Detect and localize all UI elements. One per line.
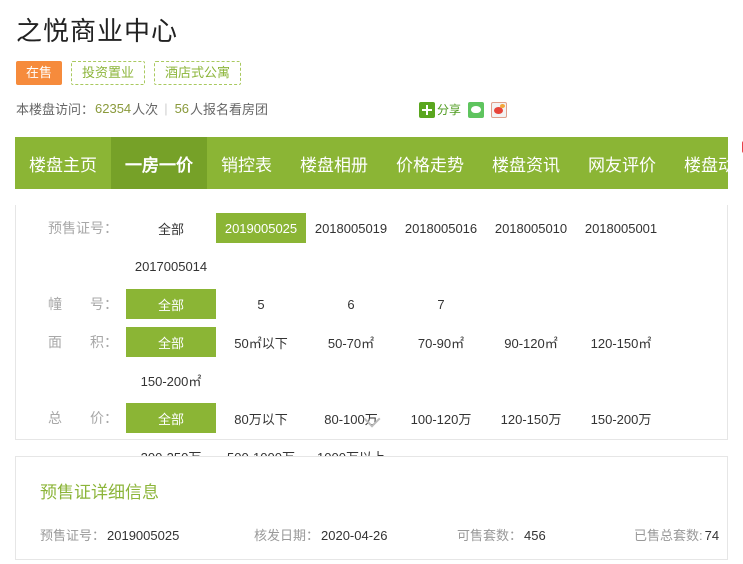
permit-field-issue-date: 核发日期： 2020-04-26: [254, 525, 457, 544]
field-value: 2019005025: [107, 528, 180, 543]
visits-label: 本楼盘访问：: [16, 101, 95, 117]
filter-label-building-no: 幢 号：: [32, 281, 126, 319]
visit-stats: 本楼盘访问： 62354 人次 | 56 人报名看房团: [16, 98, 743, 118]
chevron-down-icon: [363, 410, 380, 428]
page-title: 之悦商业中心: [16, 16, 179, 46]
filter-option-2018005010[interactable]: 2018005010: [486, 213, 576, 243]
filter-option-all[interactable]: 全部: [126, 327, 216, 357]
status-badge-on-sale[interactable]: 在售: [16, 61, 63, 85]
permit-field-available-units: 可售套数： 456: [457, 525, 634, 544]
filter-options-area: 全部 50㎡以下 50-70㎡ 70-90㎡ 90-120㎡ 120-150㎡ …: [126, 319, 727, 395]
filter-option-building-7[interactable]: 7: [396, 289, 486, 319]
nav-item-label: 价格走势: [396, 155, 464, 175]
filter-options-building-no: 全部 5 6 7: [126, 281, 727, 319]
permit-detail-panel: 预售证详细信息 预售证号： 2019005025 核发日期： 2020-04-2…: [15, 456, 728, 560]
property-tag-apartment[interactable]: 酒店式公寓: [154, 61, 242, 85]
filter-option-2018005019[interactable]: 2018005019: [306, 213, 396, 243]
visits-count: 62354: [95, 100, 132, 116]
permit-detail-fields: 预售证号： 2019005025 核发日期： 2020-04-26 可售套数： …: [16, 503, 727, 544]
filter-option-building-6[interactable]: 6: [306, 289, 396, 319]
filter-option-2018005016[interactable]: 2018005016: [396, 213, 486, 243]
filter-option-area-120-150[interactable]: 120-150㎡: [576, 327, 666, 357]
nav-item-reviews[interactable]: 网友评价: [574, 137, 670, 189]
permit-field-permit-no: 预售证号： 2019005025: [40, 525, 254, 544]
stats-separator: |: [164, 100, 168, 116]
filter-label-text: 面: [48, 334, 62, 350]
filter-label-area: 面 积：: [32, 319, 126, 357]
property-detail-page: 之悦商业中心 在售 投资置业 酒店式公寓 本楼盘访问： 62354 人次 | 5…: [0, 0, 743, 564]
filter-row-building-no: 幢 号： 全部 5 6 7: [16, 281, 727, 319]
nav-item-album[interactable]: 楼盘相册: [286, 137, 382, 189]
permit-detail-title: 预售证详细信息: [40, 483, 159, 502]
share-button[interactable]: 分享: [419, 101, 461, 118]
filter-option-area-150-200[interactable]: 150-200㎡: [126, 365, 216, 395]
nav-item-label: 楼盘动态: [684, 155, 743, 175]
filter-option-area-90-120[interactable]: 90-120㎡: [486, 327, 576, 357]
filter-option-building-5[interactable]: 5: [216, 289, 306, 319]
nav-item-updates[interactable]: 楼盘动态 hot: [670, 137, 743, 189]
permit-field-sold-units: 已售总套数: 74: [634, 525, 719, 544]
filter-row-permit-no: 预售证号： 全部 2019005025 2018005019 201800501…: [16, 205, 727, 281]
filter-option-all[interactable]: 全部: [126, 289, 216, 319]
filter-option-all[interactable]: 全部: [126, 213, 216, 243]
filter-label-text: 号：: [90, 296, 118, 312]
filter-option-2017005014[interactable]: 2017005014: [126, 251, 216, 281]
field-key: 核发日期：: [254, 528, 320, 543]
filter-panel: 预售证号： 全部 2019005025 2018005019 201800501…: [15, 205, 728, 465]
nav-item-label: 网友评价: [588, 155, 656, 175]
nav-item-label: 楼盘相册: [300, 155, 368, 175]
filter-option-area-70-90[interactable]: 70-90㎡: [396, 327, 486, 357]
nav-item-price-trend[interactable]: 价格走势: [382, 137, 478, 189]
share-cluster: 分享: [419, 101, 508, 118]
filter-option-2018005001[interactable]: 2018005001: [576, 213, 666, 243]
property-tag-investment[interactable]: 投资置业: [71, 61, 146, 85]
field-key: 可售套数：: [457, 528, 523, 543]
share-label: 分享: [437, 103, 462, 117]
wechat-icon[interactable]: [468, 101, 485, 118]
signup-label: 人报名看房团: [190, 101, 269, 117]
field-value: 2020-04-26: [321, 528, 388, 543]
page-header: 之悦商业中心 在售 投资置业 酒店式公寓 本楼盘访问： 62354 人次 | 5…: [0, 0, 743, 118]
filter-label-text: 幢: [48, 296, 62, 312]
filter-label-text: 预售证号：: [48, 220, 118, 236]
nav-item-label: 楼盘资讯: [492, 155, 560, 175]
property-nav-bar: 楼盘主页 一房一价 销控表 楼盘相册 价格走势 楼盘资讯 网友评价 楼盘动态 h…: [15, 137, 743, 189]
filter-option-area-under-50[interactable]: 50㎡以下: [216, 327, 306, 357]
property-tag-list: 在售 投资置业 酒店式公寓: [16, 61, 743, 85]
visits-unit: 人次: [132, 101, 159, 117]
field-value: 456: [524, 528, 546, 543]
field-key: 已售总套数:: [634, 528, 703, 543]
filter-option-2019005025[interactable]: 2019005025: [216, 213, 306, 243]
weibo-icon[interactable]: [491, 101, 508, 118]
expand-filters-button[interactable]: [16, 410, 727, 428]
nav-item-label: 楼盘主页: [29, 155, 97, 175]
signup-count: 56: [174, 100, 190, 116]
field-value: 74: [704, 528, 720, 543]
filter-label-permit-no: 预售证号：: [32, 205, 126, 243]
nav-item-unit-price[interactable]: 一房一价: [111, 137, 207, 189]
field-key: 预售证号：: [40, 528, 106, 543]
nav-item-sales-control[interactable]: 销控表: [207, 137, 286, 189]
filter-option-area-50-70[interactable]: 50-70㎡: [306, 327, 396, 357]
filter-label-text: 积：: [90, 334, 118, 350]
nav-item-label: 销控表: [221, 155, 272, 175]
share-plus-icon: [419, 101, 435, 118]
nav-item-news[interactable]: 楼盘资讯: [478, 137, 574, 189]
filter-row-area: 面 积： 全部 50㎡以下 50-70㎡ 70-90㎡ 90-120㎡ 120-…: [16, 319, 727, 395]
nav-item-label: 一房一价: [125, 155, 193, 175]
filter-options-permit-no: 全部 2019005025 2018005019 2018005016 2018…: [126, 205, 727, 281]
nav-item-home[interactable]: 楼盘主页: [15, 137, 111, 189]
